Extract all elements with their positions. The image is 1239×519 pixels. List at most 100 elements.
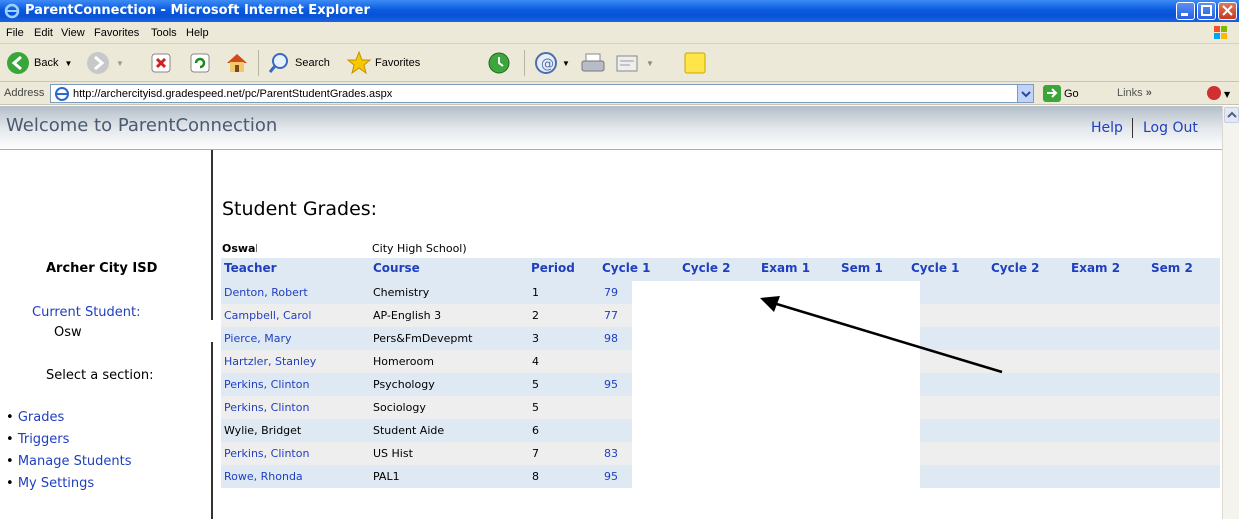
notes-button[interactable] [682, 47, 708, 79]
forward-button[interactable]: ▼ [86, 47, 124, 79]
menu-favorites[interactable]: Favorites [94, 27, 139, 39]
grade-cell-cycle1[interactable]: 98 [604, 332, 618, 345]
minimize-icon [1181, 13, 1188, 16]
links-button[interactable]: Links » [1117, 87, 1152, 99]
course-cell: Chemistry [373, 286, 430, 299]
toolbar-separator [524, 50, 525, 76]
col-period: Period [531, 261, 575, 275]
blank-cell-area [632, 465, 920, 488]
favorites-button[interactable]: Favorites [346, 47, 420, 79]
school-name: City High School) [372, 242, 467, 255]
course-cell: US Hist [373, 447, 413, 460]
table-row: Perkins, Clinton Sociology 5 [221, 396, 1220, 419]
close-icon [1222, 5, 1233, 16]
favorites-star-icon [346, 50, 372, 75]
course-cell: Homeroom [373, 355, 434, 368]
grade-cell-cycle1[interactable]: 77 [604, 309, 618, 322]
window-title-bar: ParentConnection - Microsoft Internet Ex… [0, 0, 1239, 22]
back-button[interactable]: Back ▼ [6, 47, 72, 79]
toolbar: Back ▼ ▼ Search Favorites @ ▼ ▼ [0, 44, 1239, 82]
teacher-cell[interactable]: Pierce, Mary [224, 332, 292, 345]
history-button[interactable] [486, 47, 512, 79]
address-dropdown-button[interactable] [1017, 85, 1033, 102]
col-course: Course [373, 261, 420, 275]
grade-cell-cycle1[interactable]: 79 [604, 286, 618, 299]
address-url: http://archercityisd.gradespeed.net/pc/P… [73, 88, 393, 100]
period-cell: 5 [532, 378, 539, 391]
period-cell: 5 [532, 401, 539, 414]
menu-tools[interactable]: Tools [151, 27, 177, 39]
menu-edit[interactable]: Edit [34, 27, 53, 39]
chevron-up-icon [1227, 111, 1237, 118]
teacher-cell[interactable]: Campbell, Carol [224, 309, 311, 322]
col-teacher: Teacher [224, 261, 277, 275]
minimize-button[interactable] [1176, 2, 1195, 20]
close-window-button[interactable] [1218, 2, 1237, 20]
course-cell: Sociology [373, 401, 426, 414]
stop-button[interactable] [150, 47, 172, 79]
site-header: Welcome to ParentConnection Help Log Out [0, 106, 1222, 150]
search-button[interactable]: Search [267, 47, 330, 79]
svg-text:▼: ▼ [1224, 90, 1231, 99]
table-row: Perkins, Clinton Psychology 5 95 [221, 373, 1220, 396]
help-link[interactable]: Help [1091, 120, 1123, 136]
back-dropdown-icon[interactable]: ▼ [64, 59, 72, 68]
toolbar-addon-icon[interactable]: ▼ [1205, 85, 1235, 102]
chevron-down-icon [1021, 91, 1031, 98]
annotation-arrow [760, 296, 1003, 374]
scroll-up-button[interactable] [1224, 107, 1239, 123]
col-sem1: Sem 1 [841, 261, 883, 275]
forward-arrow-icon [87, 52, 109, 74]
table-row: Pierce, Mary Pers&FmDevepmt 3 98 [221, 327, 1220, 350]
course-cell: Student Aide [373, 424, 445, 437]
grade-cell-cycle1[interactable]: 95 [604, 470, 618, 483]
course-cell: PAL1 [373, 470, 400, 483]
teacher-cell[interactable]: Perkins, Clinton [224, 447, 309, 460]
ie-logo-icon [4, 3, 20, 19]
edit-dropdown-icon[interactable]: ▼ [646, 59, 654, 68]
refresh-button[interactable] [189, 47, 211, 79]
print-button[interactable] [580, 47, 606, 79]
links-label: Links [1117, 87, 1143, 99]
home-button[interactable] [224, 47, 250, 79]
period-cell: 8 [532, 470, 539, 483]
grade-cell-cycle1[interactable]: 95 [604, 378, 618, 391]
period-cell: 2 [532, 309, 539, 322]
teacher-cell[interactable]: Perkins, Clinton [224, 401, 309, 414]
table-header-row: Teacher Course Period Cycle 1 Cycle 2 Ex… [221, 258, 1220, 281]
period-cell: 7 [532, 447, 539, 460]
teacher-cell[interactable]: Perkins, Clinton [224, 378, 309, 391]
toolbar-separator [258, 50, 259, 76]
teacher-cell[interactable]: Denton, Robert [224, 286, 308, 299]
favorites-label: Favorites [375, 57, 421, 69]
menu-view[interactable]: View [61, 27, 85, 39]
edit-button[interactable]: ▼ [614, 47, 654, 79]
menu-help[interactable]: Help [186, 27, 209, 39]
table-row: Perkins, Clinton US Hist 7 83 [221, 442, 1220, 465]
address-input[interactable]: http://archercityisd.gradespeed.net/pc/P… [50, 84, 1034, 103]
edit-page-icon [616, 55, 638, 72]
teacher-cell[interactable]: Rowe, Rhonda [224, 470, 303, 483]
go-arrow-icon [1043, 85, 1061, 102]
stop-icon [151, 53, 171, 73]
blank-cell-area [632, 396, 920, 419]
go-button[interactable]: Go [1043, 85, 1079, 102]
grade-cell-cycle1[interactable]: 83 [604, 447, 618, 460]
print-icon [581, 53, 605, 72]
vertical-scrollbar[interactable] [1222, 106, 1239, 519]
mail-dropdown-icon[interactable]: ▼ [562, 59, 570, 68]
teacher-cell[interactable]: Hartzler, Stanley [224, 355, 316, 368]
back-arrow-icon [7, 52, 29, 74]
mail-button[interactable]: @ ▼ [532, 47, 570, 79]
table-row: Hartzler, Stanley Homeroom 4 [221, 350, 1220, 373]
search-icon [268, 53, 288, 73]
maximize-button[interactable] [1197, 2, 1216, 20]
logout-link[interactable]: Log Out [1143, 120, 1198, 136]
period-cell: 3 [532, 332, 539, 345]
menu-file[interactable]: File [6, 27, 24, 39]
course-cell: Psychology [373, 378, 435, 391]
forward-dropdown-icon[interactable]: ▼ [116, 59, 124, 68]
address-bar: Address http://archercityisd.gradespeed.… [0, 82, 1239, 105]
header-divider [1132, 118, 1133, 138]
table-row: Rowe, Rhonda PAL1 8 95 [221, 465, 1220, 488]
